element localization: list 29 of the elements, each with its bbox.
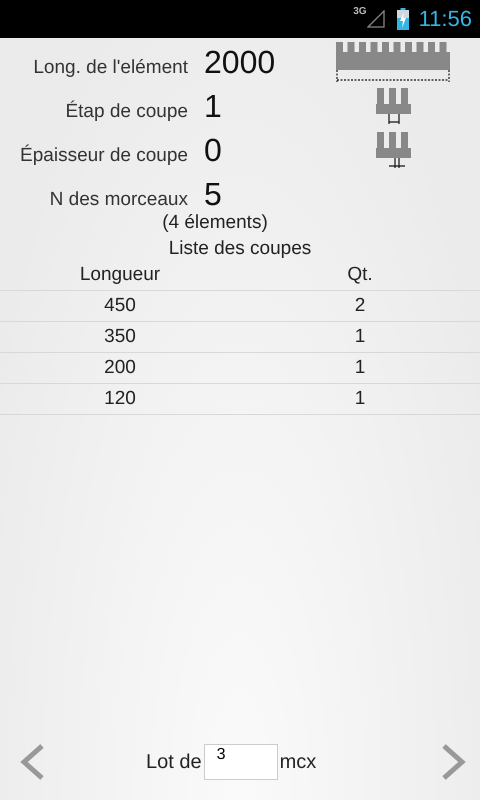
field-value: 5 (204, 176, 222, 213)
table-cell-text: 1 (354, 357, 366, 379)
field-label: Long. de l'elément (32, 57, 188, 79)
previous-button[interactable] (20, 744, 46, 780)
field-value: 2000 (204, 44, 276, 81)
signal-icon (366, 10, 385, 28)
list-title: Liste des coupes (168, 238, 312, 260)
network-type: 3G (353, 6, 367, 17)
table-cell-text: 1 (354, 388, 366, 410)
unit-label: mcx (280, 750, 316, 774)
table-cell-text: 350 (103, 326, 137, 348)
lot-label: Lot de (146, 750, 202, 774)
element-count: (4 élements) (161, 212, 269, 234)
field-value: 1 (204, 88, 222, 125)
table-cell-text: 1 (354, 326, 366, 348)
table-cell-text: 2 (354, 295, 366, 317)
clock: 11:56 (418, 6, 472, 32)
column-header: Qt. (346, 264, 374, 286)
battery-icon (396, 8, 409, 30)
field-value: 0 (204, 132, 222, 169)
next-button[interactable] (440, 744, 466, 780)
column-header: Longueur (78, 264, 162, 286)
table-cell-text: 450 (103, 295, 137, 317)
field-label: Épaisseur de coupe (19, 145, 188, 167)
field-label: N des morceaux (48, 189, 188, 211)
lot-input[interactable]: 3 (204, 744, 278, 780)
table-cell-text: 200 (103, 357, 137, 379)
table-cell-text: 120 (103, 388, 137, 410)
field-label: Étap de coupe (64, 101, 188, 123)
